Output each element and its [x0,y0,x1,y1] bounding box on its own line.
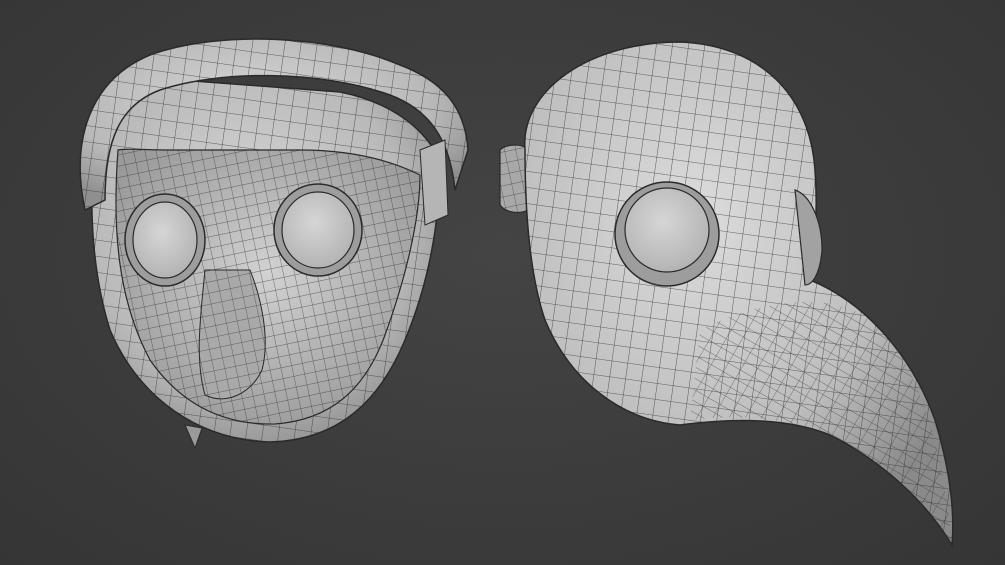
left-mask [79,38,469,450]
3d-viewport[interactable] [0,0,1005,565]
mesh-render [79,38,954,548]
right-mask [499,41,954,548]
